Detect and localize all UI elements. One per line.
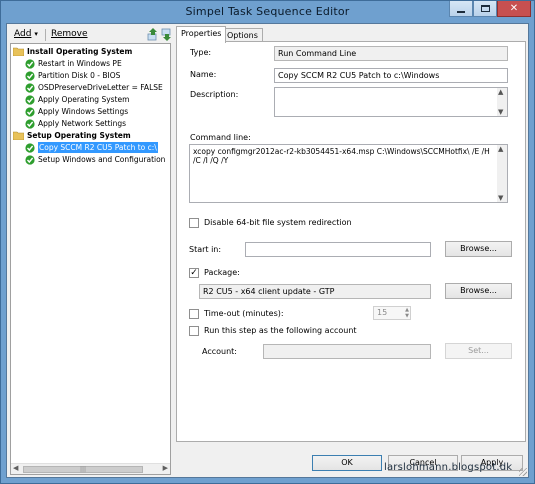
tree-item-label: Restart in Windows PE	[38, 59, 122, 68]
account-label: Account:	[202, 347, 237, 356]
description-field[interactable]	[274, 87, 508, 117]
scroll-right-icon[interactable]: ▶	[163, 464, 168, 472]
command-line-scrollbar[interactable]: ▲ ▼	[497, 145, 507, 202]
tree-item-selected[interactable]: Copy SCCM R2 CU5 Patch to c:\	[25, 142, 158, 153]
add-menu-button[interactable]: Add ▾	[14, 29, 38, 39]
set-account-button[interactable]: Set...	[445, 343, 512, 359]
timeout-checkbox[interactable]	[189, 309, 199, 319]
tree-item-label: Apply Operating System	[38, 95, 130, 104]
package-field: R2 CU5 - x64 client update - GTP	[199, 284, 431, 299]
tab-label: Options	[227, 31, 258, 40]
folder-icon	[13, 131, 24, 140]
maximize-icon	[480, 5, 490, 12]
maximize-button[interactable]	[473, 1, 497, 17]
start-in-label: Start in:	[189, 245, 222, 254]
tree-item-label: OSDPreserveDriveLetter = FALSE	[38, 83, 163, 92]
remove-label: Remove	[51, 29, 88, 39]
move-up-icon	[147, 28, 157, 41]
tree-horizontal-scrollbar[interactable]: ◀ ||| ▶	[11, 463, 170, 474]
tree-item-label: Copy SCCM R2 CU5 Patch to c:\	[38, 142, 158, 153]
check-icon	[25, 118, 35, 129]
tree-item-label: Apply Windows Settings	[38, 107, 129, 116]
package-checkbox[interactable]: ✓	[189, 268, 199, 278]
type-field: Run Command Line	[274, 46, 508, 61]
tab-properties[interactable]: Properties	[176, 26, 227, 43]
check-icon	[25, 94, 35, 105]
group-label: Install Operating System	[27, 47, 133, 56]
type-label: Type:	[190, 48, 212, 57]
grip-icon: |||	[80, 466, 87, 473]
run-as-checkbox[interactable]	[189, 326, 199, 336]
check-icon	[25, 82, 35, 93]
check-icon	[25, 154, 35, 165]
folder-icon	[13, 47, 24, 56]
tree-item[interactable]: Restart in Windows PE	[25, 58, 122, 69]
tree-item-label: Setup Windows and Configuration	[38, 155, 166, 164]
chevron-down-icon: ▾	[34, 30, 38, 38]
name-label: Name:	[190, 70, 217, 79]
close-button[interactable]: ✕	[497, 1, 531, 17]
account-field	[263, 344, 431, 359]
title-bar[interactable]: Simpel Task Sequence Editor ✕	[1, 1, 534, 23]
sequence-toolbar: Add ▾ Remove	[9, 26, 172, 44]
check-icon	[25, 142, 35, 153]
scroll-down-icon[interactable]: ▼	[498, 194, 503, 202]
remove-button[interactable]: Remove	[51, 29, 88, 39]
scroll-thumb[interactable]: |||	[23, 466, 143, 473]
minimize-icon	[457, 10, 465, 13]
close-icon: ✕	[509, 3, 519, 14]
package-label[interactable]: Package:	[204, 268, 240, 277]
tree-item[interactable]: Apply Network Settings	[25, 118, 126, 129]
resize-grip-icon[interactable]	[519, 468, 527, 476]
editor-client-area: Add ▾ Remove Install Operating System Re…	[6, 23, 529, 478]
check-icon	[25, 58, 35, 69]
check-icon	[25, 106, 35, 117]
start-in-field[interactable]	[245, 242, 431, 257]
tree-item[interactable]: Partition Disk 0 - BIOS	[25, 70, 120, 81]
scroll-down-icon[interactable]: ▼	[498, 108, 503, 116]
tree-item[interactable]: Setup Windows and Configuration	[25, 154, 165, 165]
tree-item[interactable]: OSDPreserveDriveLetter = FALSE	[25, 82, 163, 93]
disable-64bit-checkbox[interactable]	[189, 218, 199, 228]
timeout-spinner: 15 ▲ ▼	[373, 306, 411, 320]
group-label: Setup Operating System	[27, 131, 131, 140]
tree-item[interactable]: Apply Operating System	[25, 94, 129, 105]
toolbar-separator	[45, 29, 46, 41]
tree-item-label: Partition Disk 0 - BIOS	[38, 71, 121, 80]
move-down-icon	[161, 28, 171, 41]
task-sequence-tree[interactable]: Install Operating System Restart in Wind…	[10, 43, 171, 475]
check-icon	[25, 70, 35, 81]
minimize-button[interactable]	[449, 1, 473, 17]
command-line-field[interactable]: xcopy configmgr2012ac-r2-kb3054451-x64.m…	[189, 144, 508, 203]
tab-options[interactable]: Options	[222, 28, 263, 42]
timeout-label[interactable]: Time-out (minutes):	[204, 309, 284, 318]
scroll-left-icon[interactable]: ◀	[13, 464, 18, 472]
watermark-text: larslohmann.blogspot.dk	[384, 462, 513, 473]
disable-64bit-label[interactable]: Disable 64-bit file system redirection	[204, 218, 352, 227]
package-browse-button[interactable]: Browse...	[445, 283, 512, 299]
command-line-label: Command line:	[190, 133, 251, 142]
scroll-up-icon[interactable]: ▲	[498, 88, 503, 96]
tree-group-setup-os[interactable]: Setup Operating System	[13, 130, 131, 141]
tree-item[interactable]: Apply Windows Settings	[25, 106, 128, 117]
properties-panel: Type: Run Command Line Name: Copy SCCM R…	[176, 41, 526, 442]
tab-strip: Properties Options	[176, 26, 526, 43]
tree-group-install-os[interactable]: Install Operating System	[13, 46, 132, 57]
timeout-value: 15	[377, 308, 388, 317]
add-label: Add	[14, 29, 32, 39]
spinner-arrows-icon: ▲ ▼	[405, 307, 409, 319]
scroll-up-icon[interactable]: ▲	[498, 145, 503, 153]
description-label: Description:	[190, 90, 239, 99]
tree-item-label: Apply Network Settings	[38, 119, 127, 128]
tab-label: Properties	[181, 29, 222, 38]
description-scrollbar[interactable]: ▲ ▼	[497, 88, 507, 116]
move-down-button[interactable]	[161, 28, 173, 41]
run-as-label[interactable]: Run this step as the following account	[204, 326, 357, 335]
start-in-browse-button[interactable]: Browse...	[445, 241, 512, 257]
ok-button[interactable]: OK	[312, 455, 382, 471]
move-up-button[interactable]	[147, 28, 159, 41]
checkmark-icon: ✓	[190, 268, 198, 278]
name-field[interactable]: Copy SCCM R2 CU5 Patch to c:\Windows	[274, 68, 508, 83]
app-window: Simpel Task Sequence Editor ✕ Add ▾ Remo…	[0, 0, 535, 484]
